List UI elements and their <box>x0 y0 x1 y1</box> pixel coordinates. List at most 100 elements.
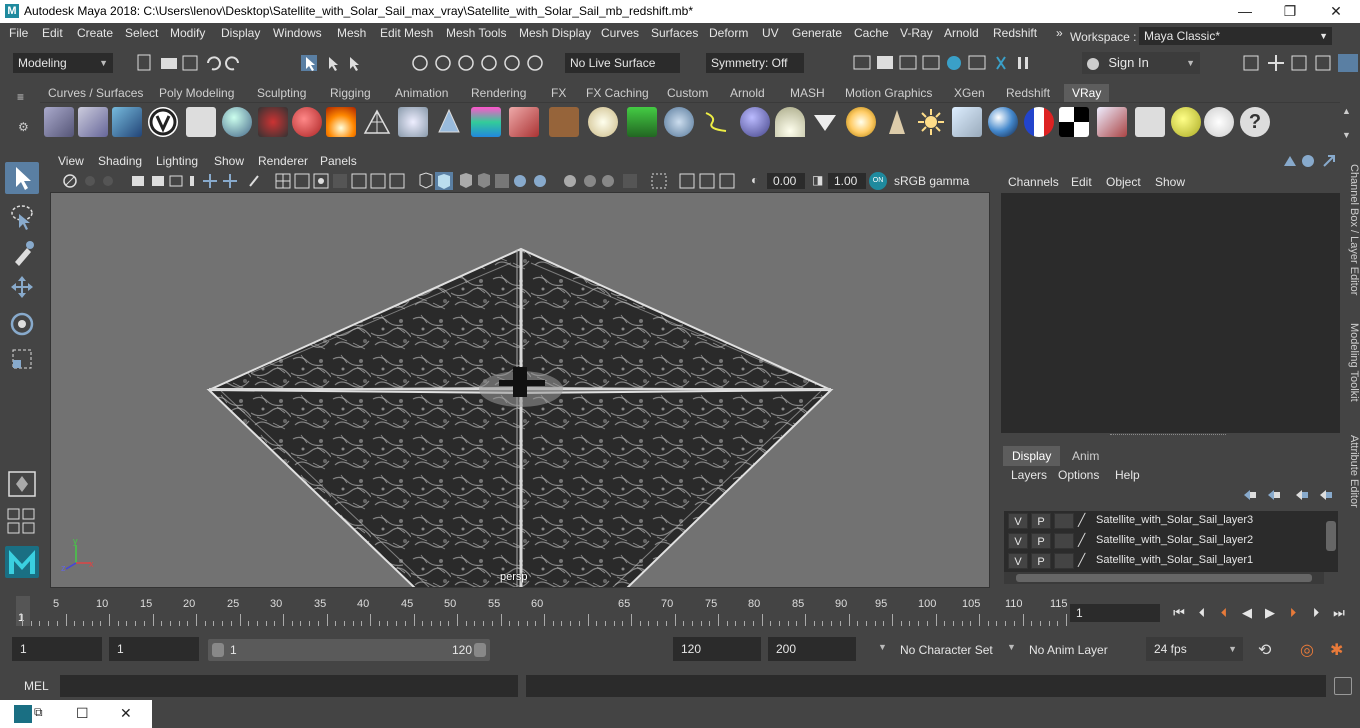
viewport-toolbar-icons[interactable] <box>50 171 750 191</box>
menu-cache[interactable]: Cache <box>854 26 889 40</box>
menu-mesh-tools[interactable]: Mesh Tools <box>446 26 506 40</box>
current-frame-field[interactable]: 1 <box>1070 604 1160 622</box>
shelf-icon-vray-sphere-light[interactable] <box>740 107 770 137</box>
layer-display-type[interactable] <box>1054 553 1074 569</box>
side-tab-modeling-toolkit[interactable]: Modeling Toolkit <box>1342 317 1360 407</box>
maximize-button[interactable]: ❐ <box>1267 0 1313 23</box>
paint-select-tool[interactable] <box>5 236 39 268</box>
channel-object-menu[interactable]: Object <box>1106 175 1141 189</box>
shelf-icon-vray-dome-light[interactable] <box>775 107 805 137</box>
gamma-icon[interactable]: ◨ <box>812 173 823 187</box>
menu-file[interactable]: File <box>9 26 28 40</box>
menu-mesh[interactable]: Mesh <box>337 26 366 40</box>
script-editor-icon[interactable] <box>1334 677 1352 695</box>
layer-list-scrollbar[interactable] <box>1326 521 1336 551</box>
shelf-icon-vray-table[interactable] <box>1135 107 1165 137</box>
menu-edit-mesh[interactable]: Edit Mesh <box>380 26 433 40</box>
layer-color-icon[interactable]: ╱ <box>1078 533 1085 547</box>
move-tool[interactable] <box>5 272 39 304</box>
menu-select[interactable]: Select <box>125 26 158 40</box>
panel-toggle-icons[interactable] <box>1242 53 1360 73</box>
layer-action-icons[interactable] <box>1240 487 1336 503</box>
viewport-menu-lighting[interactable]: Lighting <box>156 154 198 168</box>
fps-dropdown[interactable]: 24 fps ▼ <box>1146 637 1243 661</box>
exposure-icon[interactable]: ◐ <box>751 173 758 187</box>
close-icon[interactable]: ✕ <box>120 705 132 722</box>
render-icons[interactable] <box>852 53 1042 73</box>
tab-display-layers[interactable]: Display <box>1003 446 1061 466</box>
side-tab-attribute-editor[interactable]: Attribute Editor <box>1342 428 1360 514</box>
viewport-menu-view[interactable]: View <box>58 154 84 168</box>
tab-anim-layers[interactable]: Anim <box>1063 446 1108 466</box>
range-start-handle[interactable] <box>212 643 224 657</box>
step-back-key-icon[interactable]: ⏴ <box>1192 604 1212 622</box>
step-forward-frame-icon[interactable]: ⏵ <box>1283 604 1303 622</box>
play-forwards-icon[interactable]: ▶ <box>1260 604 1280 622</box>
exposure-field[interactable]: 0.00 <box>767 173 805 189</box>
shelf-icon-vray-sphere[interactable] <box>222 107 252 137</box>
restore-icon[interactable]: ⧉ <box>34 705 43 720</box>
lasso-tool[interactable] <box>5 200 39 232</box>
scale-tool[interactable] <box>5 344 39 376</box>
layers-menu[interactable]: Layers <box>1011 468 1047 482</box>
shelf-icon-vray-bulb[interactable] <box>1171 107 1201 137</box>
shelf-icon-vray-camera[interactable] <box>258 107 288 137</box>
shelf-icon-vray-fur[interactable] <box>509 107 539 137</box>
shelf-icon-vray-log[interactable] <box>186 107 216 137</box>
shelf-menu-icon[interactable]: ≡ <box>17 90 24 104</box>
shelf-icon-vray-checker[interactable] <box>1059 107 1089 137</box>
close-button[interactable]: ✕ <box>1313 0 1359 23</box>
tab-fx[interactable]: FX <box>543 84 574 102</box>
shelf-icon-vray-window[interactable] <box>112 107 142 137</box>
layer-row[interactable]: V P ╱ Satellite_with_Solar_Sail_layer1 <box>1004 551 1324 571</box>
color-space-dropdown[interactable]: sRGB gamma <box>888 173 988 189</box>
viewport-menu-panels[interactable]: Panels <box>320 154 357 168</box>
shelf-icon-vray-tiles[interactable] <box>78 107 108 137</box>
layer-row[interactable]: V P ╱ Satellite_with_Solar_Sail_layer3 <box>1004 511 1324 531</box>
layer-display-type[interactable] <box>1054 513 1074 529</box>
minimize-button[interactable]: — <box>1222 0 1268 23</box>
step-forward-key-icon[interactable]: ⏵ <box>1306 604 1326 622</box>
play-backwards-icon[interactable]: ◀ <box>1237 604 1257 622</box>
step-back-frame-icon[interactable]: ⏴ <box>1214 604 1234 622</box>
channels-menu[interactable]: Channels <box>1008 175 1059 189</box>
menu-vray[interactable]: V-Ray <box>900 26 933 40</box>
command-input[interactable] <box>60 675 518 697</box>
rotate-tool[interactable] <box>5 308 39 340</box>
channel-edit-menu[interactable]: Edit <box>1071 175 1092 189</box>
layer-visibility-toggle[interactable]: V <box>1008 513 1028 529</box>
character-set-label[interactable]: No Character Set <box>900 643 993 657</box>
shelf-icon-vray-fire[interactable] <box>326 107 356 137</box>
shelf-icon-vray-scatter[interactable] <box>664 107 694 137</box>
tab-xgen[interactable]: XGen <box>946 84 993 102</box>
menu-overflow-chevron[interactable]: » <box>1056 26 1063 40</box>
shelf-icon-vray-logo[interactable] <box>148 107 178 137</box>
3d-viewport[interactable]: y x z persp <box>50 192 990 588</box>
shelf-icon-vray-frame-buffer[interactable] <box>1097 107 1127 137</box>
shelf-icon-vray-cloud[interactable] <box>1204 107 1234 137</box>
mel-label[interactable]: MEL <box>24 679 49 693</box>
file-snap-toolbar[interactable] <box>136 53 406 73</box>
menu-redshift[interactable]: Redshift <box>993 26 1037 40</box>
layer-visibility-toggle[interactable]: V <box>1008 533 1028 549</box>
tab-vray[interactable]: VRay <box>1064 84 1110 102</box>
shelf-icon-vray-mesh[interactable] <box>362 107 392 137</box>
workspace-dropdown[interactable]: Maya Classic* ▼ <box>1139 27 1332 45</box>
layer-list-hscrollbar[interactable] <box>1004 572 1324 584</box>
tab-curves-surfaces[interactable]: Curves / Surfaces <box>40 84 151 102</box>
shelf-icon-vray-dome[interactable] <box>588 107 618 137</box>
side-tab-channel-box[interactable]: Channel Box / Layer Editor <box>1342 160 1360 300</box>
pane-resize-handle[interactable] <box>1110 434 1226 437</box>
snap-icons[interactable] <box>410 53 560 73</box>
layout-buttons[interactable] <box>5 506 39 536</box>
shelf-scroll-up-icon[interactable]: ▲ <box>1342 106 1351 116</box>
auto-key-icon[interactable]: ◎ <box>1300 640 1314 660</box>
range-slider-bar[interactable]: 1 120 <box>208 639 490 661</box>
layer-name[interactable]: Satellite_with_Solar_Sail_layer2 <box>1096 534 1253 546</box>
menu-windows[interactable]: Windows <box>273 26 322 40</box>
shelf-icon-vray-sun[interactable] <box>846 107 876 137</box>
menu-generate[interactable]: Generate <box>792 26 842 40</box>
single-view-layout-button[interactable] <box>5 468 39 500</box>
layer-color-icon[interactable]: ╱ <box>1078 513 1085 527</box>
shelf-icon-vray-texture[interactable] <box>549 107 579 137</box>
